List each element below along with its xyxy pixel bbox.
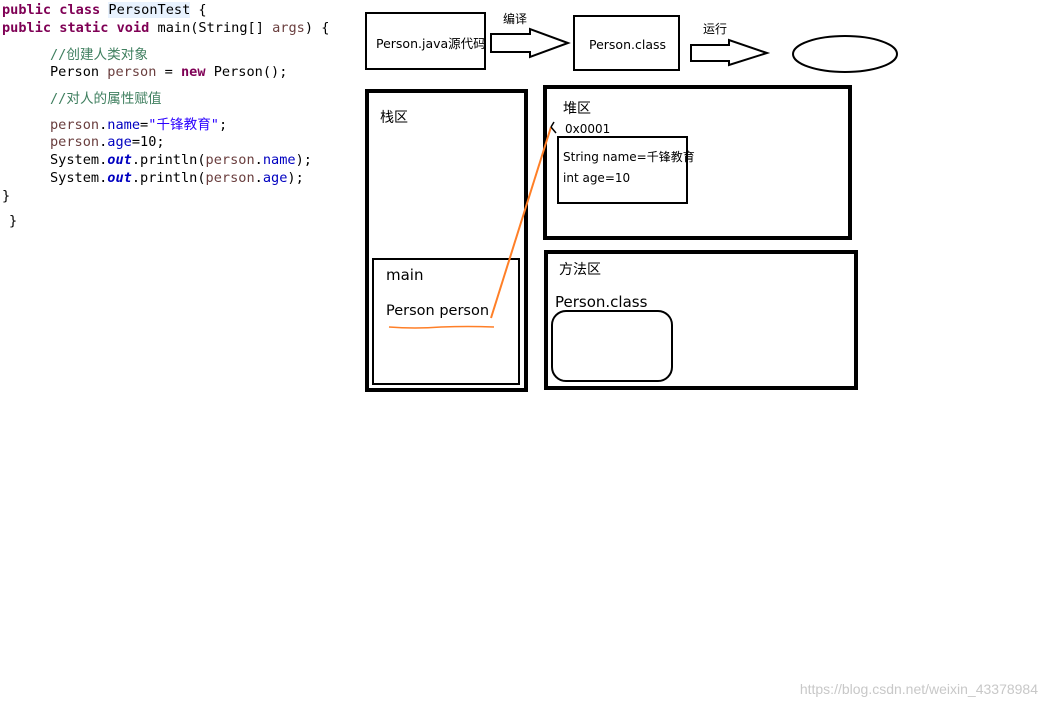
age-field: int age=10 [563,171,631,185]
class-info-box [551,310,673,382]
stack-area-box [365,89,528,392]
stack-area-title: 栈区 [380,110,408,126]
source-file-label: Person.java源代码 [376,36,486,51]
method-area-title: 方法区 [559,262,601,278]
run-arrow [690,38,771,67]
memory-diagram [365,12,898,392]
name-field: String name=千锋教育 [563,150,695,164]
object-address: 0x0001 [565,122,611,136]
main-frame-title: main [386,266,424,284]
reference-line [490,126,552,319]
compile-arrow [490,27,571,59]
person-object-box [557,136,688,204]
watermark: https://blog.csdn.net/weixin_43378984 [799,681,1038,697]
variable-underline [388,325,495,329]
run-label: 运行 [703,22,728,36]
compile-label: 编译 [503,12,528,26]
method-area-class-label: Person.class [555,293,648,311]
person-variable: Person person [386,303,490,319]
jvm-ellipse [792,35,898,73]
heap-area-title: 堆区 [563,101,591,117]
class-file-label: Person.class [589,37,667,52]
reference-arrowhead [550,121,557,134]
